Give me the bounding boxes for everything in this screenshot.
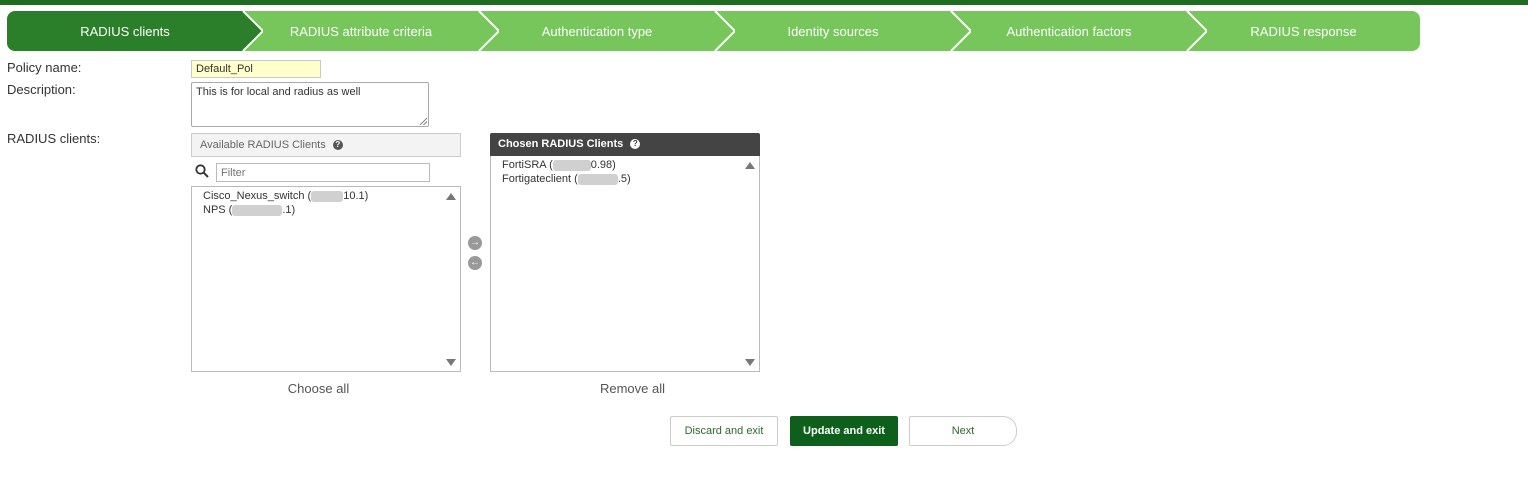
arrow-left-icon[interactable]: ← <box>468 256 482 270</box>
wizard-step-radius-attribute-criteria[interactable]: RADIUS attribute criteria <box>243 11 479 51</box>
description-field[interactable]: This is for local and radius as well <box>191 82 429 127</box>
scroll-up-icon[interactable] <box>446 193 456 200</box>
arrow-right-icon[interactable]: → <box>468 236 482 250</box>
scroll-down-icon[interactable] <box>446 359 456 366</box>
wizard-step-radius-response[interactable]: RADIUS response <box>1187 11 1420 51</box>
wizard-step-label: RADIUS response <box>1250 23 1357 39</box>
help-icon[interactable]: ? <box>332 140 343 151</box>
wizard-step-authentication-type[interactable]: Authentication type <box>479 11 715 51</box>
choose-all-link[interactable]: Choose all <box>191 381 446 396</box>
chosen-clients-title: Chosen RADIUS Clients <box>498 138 624 150</box>
step-separator <box>469 11 499 51</box>
client-ip-suffix: 10.1) <box>343 190 369 202</box>
list-item[interactable]: FortiSRA ( 0.98) <box>491 158 759 172</box>
wizard-step-label: RADIUS attribute criteria <box>289 23 433 39</box>
step-separator <box>705 11 735 51</box>
wizard-step-label: Authentication factors <box>1006 23 1132 39</box>
wizard-step-radius-clients[interactable]: RADIUS clients <box>7 11 243 51</box>
remove-all-link[interactable]: Remove all <box>490 381 775 396</box>
filter-input[interactable] <box>216 163 430 182</box>
resize-grip-icon[interactable] <box>420 118 427 125</box>
redacted-ip <box>232 204 283 216</box>
redacted-ip <box>577 173 618 185</box>
list-item[interactable]: Cisco_Nexus_switch ( 10.1) <box>192 189 460 203</box>
next-button[interactable]: Next <box>909 416 1017 446</box>
client-ip-suffix: 0.98) <box>590 159 616 171</box>
description-label: Description: <box>7 82 76 97</box>
discard-and-exit-button[interactable]: Discard and exit <box>670 416 778 446</box>
step-separator <box>1177 11 1207 51</box>
chosen-clients-list[interactable]: FortiSRA ( 0.98) Fortigateclient ( .5) <box>490 156 760 372</box>
wizard-step-authentication-factors[interactable]: Authentication factors <box>951 11 1187 51</box>
client-name: FortiSRA ( <box>502 159 553 171</box>
redacted-ip <box>311 190 344 202</box>
list-item[interactable]: Fortigateclient ( .5) <box>491 172 759 186</box>
available-clients-title: Available RADIUS Clients <box>200 139 326 151</box>
client-name: Cisco_Nexus_switch ( <box>203 190 312 202</box>
redacted-ip <box>552 159 591 171</box>
top-accent-bar <box>0 0 1528 5</box>
step-separator <box>941 11 971 51</box>
radius-clients-label: RADIUS clients: <box>7 131 101 146</box>
step-separator <box>233 11 263 51</box>
policy-name-label: Policy name: <box>7 60 82 75</box>
policy-name-field[interactable]: Default_Pol <box>191 60 321 78</box>
wizard-step-label: Authentication type <box>541 23 653 39</box>
search-icon <box>195 164 209 178</box>
list-item[interactable]: NPS ( .1) <box>192 203 460 217</box>
client-name: NPS ( <box>203 204 233 216</box>
client-ip-suffix: .1) <box>282 204 296 216</box>
description-text: This is for local and radius as well <box>196 86 361 98</box>
available-clients-header: Available RADIUS Clients ? <box>191 133 461 157</box>
client-name: Fortigateclient ( <box>502 173 578 185</box>
chosen-clients-header: Chosen RADIUS Clients ? <box>490 133 760 157</box>
available-clients-list[interactable]: Cisco_Nexus_switch ( 10.1) NPS ( .1) <box>191 186 461 372</box>
help-icon[interactable]: ? <box>630 139 641 150</box>
wizard-step-identity-sources[interactable]: Identity sources <box>715 11 951 51</box>
scroll-up-icon[interactable] <box>745 162 755 169</box>
wizard-step-label: RADIUS clients <box>80 23 170 39</box>
update-and-exit-button[interactable]: Update and exit <box>790 416 898 446</box>
scroll-down-icon[interactable] <box>745 359 755 366</box>
wizard-steps: RADIUS clients RADIUS attribute criteria… <box>7 11 1420 51</box>
client-ip-suffix: .5) <box>617 173 631 185</box>
wizard-step-label: Identity sources <box>787 23 879 39</box>
